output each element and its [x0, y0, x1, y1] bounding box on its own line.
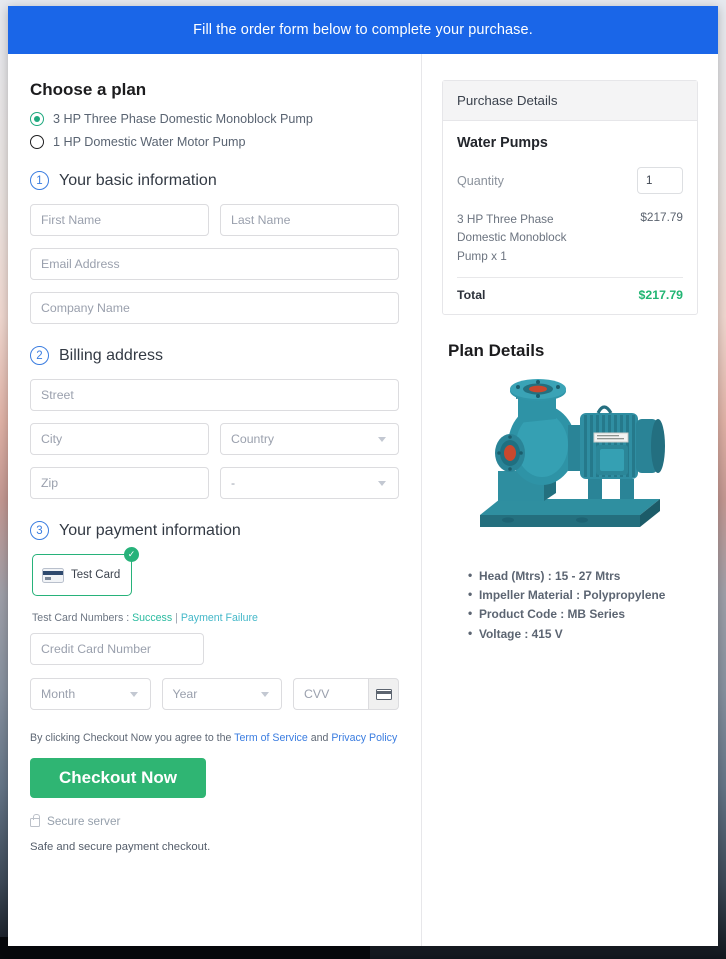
topbar-message: Fill the order form below to complete yo…: [193, 22, 533, 38]
email-row: Email Address: [30, 248, 399, 280]
plan-details-title: Plan Details: [448, 340, 545, 360]
quantity-input[interactable]: [637, 167, 683, 194]
step-number-2: 2: [30, 346, 49, 365]
step-header-payment: 3 Your payment information: [30, 521, 399, 540]
step-title-billing: Billing address: [59, 346, 164, 364]
step-title-basic: Your basic information: [59, 171, 217, 189]
line-item-name: 3 HP Three Phase Domestic Monoblock Pump…: [457, 212, 567, 263]
plan-option-1[interactable]: 3 HP Three Phase Domestic Monoblock Pump: [30, 112, 399, 126]
spec-item: Impeller Material : Polypropylene: [468, 585, 698, 605]
purchase-details-header: Purchase Details: [443, 81, 697, 121]
spec-item: Product Code : MB Series: [468, 604, 698, 624]
zip-input[interactable]: Zip: [30, 467, 209, 499]
line-item-row: 3 HP Three Phase Domestic Monoblock Pump…: [457, 210, 683, 265]
credit-card-icon: [42, 567, 64, 583]
link-success[interactable]: Success: [132, 612, 172, 624]
link-privacy-policy[interactable]: Privacy Policy: [331, 732, 397, 744]
step-number-1: 1: [30, 171, 49, 190]
last-name-input[interactable]: Last Name: [220, 204, 399, 236]
quantity-row: Quantity: [457, 167, 683, 194]
link-separator: |: [175, 612, 178, 624]
name-row: First Name Last Name: [30, 204, 399, 236]
purchase-details-body: Water Pumps Quantity 3 HP Three Phase Do…: [443, 121, 697, 314]
spec-item: Voltage : 415 V: [468, 624, 698, 644]
test-card-method-tile[interactable]: Test Card: [32, 554, 132, 596]
company-row: Company Name: [30, 292, 399, 324]
checkout-now-button[interactable]: Checkout Now: [30, 758, 206, 798]
quantity-label: Quantity: [457, 173, 504, 188]
safe-payment-note: Safe and secure payment checkout.: [30, 841, 211, 853]
choose-plan-title: Choose a plan: [30, 80, 147, 99]
product-group-name: Water Pumps: [457, 135, 548, 151]
plan-specs-list: Head (Mtrs) : 15 - 27 Mtrs Impeller Mate…: [468, 566, 698, 644]
test-card-numbers-note: Test Card Numbers : Success | Payment Fa…: [32, 612, 399, 624]
cvv-group: CVV: [293, 678, 399, 710]
credit-card-number-input[interactable]: Credit Card Number: [30, 633, 204, 665]
year-select-value: Year: [172, 687, 198, 701]
step-header-basic: 1 Your basic information: [30, 171, 399, 190]
year-select[interactable]: Year: [161, 678, 282, 710]
total-row: Total $217.79: [457, 288, 683, 302]
state-select[interactable]: -: [220, 467, 399, 499]
plan-option-1-label: 3 HP Three Phase Domestic Monoblock Pump: [53, 112, 313, 126]
credit-card-icon: [375, 688, 392, 700]
plan-option-2-label: 1 HP Domestic Water Motor Pump: [53, 135, 246, 149]
secure-server-text: Secure server: [47, 814, 121, 828]
total-value: $217.79: [638, 287, 683, 302]
topbar-banner: Fill the order form below to complete yo…: [8, 6, 718, 54]
link-payment-failure[interactable]: Payment Failure: [181, 612, 258, 624]
page-body: Choose a plan 3 HP Three Phase Domestic …: [8, 54, 718, 946]
link-term-of-service[interactable]: Term of Service: [234, 732, 308, 744]
terms-and: and: [310, 732, 329, 744]
step-header-billing: 2 Billing address: [30, 346, 399, 365]
email-input[interactable]: Email Address: [30, 248, 399, 280]
terms-text: By clicking Checkout Now you agree to th…: [30, 732, 399, 744]
cvv-help-button[interactable]: [368, 678, 399, 710]
check-circle-icon: ✓: [124, 547, 139, 562]
purchase-details-card: Purchase Details Water Pumps Quantity 3 …: [442, 80, 698, 315]
terms-prefix: By clicking Checkout Now you agree to th…: [30, 732, 232, 744]
first-name-input[interactable]: First Name: [30, 204, 209, 236]
checkout-page: Fill the order form below to complete yo…: [8, 6, 718, 946]
chevron-down-icon: [378, 436, 386, 442]
total-label: Total: [457, 287, 486, 302]
city-input[interactable]: City: [30, 423, 209, 455]
country-select[interactable]: Country: [220, 423, 399, 455]
test-numbers-prefix: Test Card Numbers :: [32, 612, 130, 624]
company-input[interactable]: Company Name: [30, 292, 399, 324]
step-number-3: 3: [30, 521, 49, 540]
plan-option-2[interactable]: 1 HP Domestic Water Motor Pump: [30, 135, 399, 149]
summary-divider: [457, 276, 683, 278]
radio-icon-plan-2[interactable]: [30, 135, 44, 149]
payment-method-tile-wrap: Test Card ✓: [32, 547, 139, 596]
street-row: Street: [30, 379, 399, 411]
city-country-row: City Country: [30, 423, 399, 455]
summary-column: Purchase Details Water Pumps Quantity 3 …: [422, 54, 718, 946]
radio-icon-plan-1[interactable]: [30, 112, 44, 126]
state-select-value: -: [231, 476, 236, 490]
zip-state-row: Zip -: [30, 467, 399, 499]
street-input[interactable]: Street: [30, 379, 399, 411]
step-title-payment: Your payment information: [59, 521, 241, 539]
chevron-down-icon: [129, 691, 138, 697]
chevron-down-icon: [378, 480, 386, 486]
chevron-down-icon: [261, 691, 269, 697]
cvv-input[interactable]: CVV: [293, 678, 368, 710]
secure-server-row: Secure server: [30, 814, 399, 828]
month-select-value: Month: [41, 687, 76, 701]
water-pump-image: [442, 375, 698, 545]
country-select-value: Country: [231, 432, 275, 446]
lock-icon: [30, 814, 40, 827]
order-form-column: Choose a plan 3 HP Three Phase Domestic …: [8, 54, 422, 946]
month-select[interactable]: Month: [30, 678, 151, 710]
spec-item: Head (Mtrs) : 15 - 27 Mtrs: [468, 566, 698, 586]
water-pump-illustration: [480, 378, 665, 527]
test-card-label: Test Card: [71, 569, 121, 581]
expiry-cvv-row: Month Year CVV: [30, 678, 399, 710]
line-item-price: $217.79: [640, 210, 683, 224]
